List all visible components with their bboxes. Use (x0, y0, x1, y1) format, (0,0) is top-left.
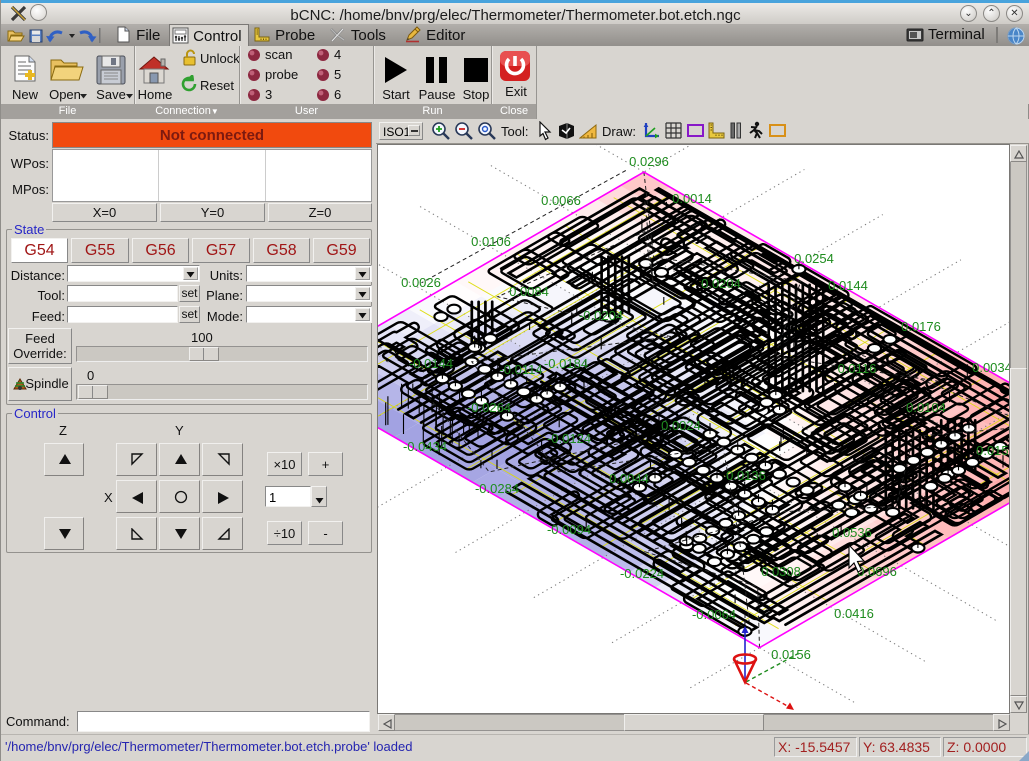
svg-text:-0.0284: -0.0284 (475, 481, 519, 496)
svg-text:0.0204: 0.0204 (701, 276, 741, 291)
svg-text:-0.0064: -0.0064 (692, 607, 736, 622)
svg-text:0.0034: 0.0034 (972, 360, 1010, 375)
svg-text:0.0308: 0.0308 (761, 564, 801, 579)
svg-text:0.0136: 0.0136 (726, 468, 766, 483)
svg-text:-0.0094: -0.0094 (547, 522, 591, 537)
svg-text:-0.0264: -0.0264 (467, 400, 511, 415)
svg-text:0.0084: 0.0084 (509, 284, 549, 299)
svg-text:-0.0434: -0.0434 (403, 439, 447, 454)
svg-text:0.0066: 0.0066 (541, 193, 581, 208)
svg-text:-0.0114: -0.0114 (499, 362, 542, 377)
svg-text:0.0176: 0.0176 (901, 319, 941, 334)
svg-text:0.0024: 0.0024 (661, 418, 701, 433)
svg-text:0.0150: 0.0150 (976, 443, 1010, 458)
svg-text:0.0254: 0.0254 (794, 251, 834, 266)
svg-text:-0.0184: -0.0184 (544, 356, 588, 371)
svg-text:0.0416: 0.0416 (834, 606, 874, 621)
svg-text:0.0536: 0.0536 (832, 525, 872, 540)
svg-text:0.0116: 0.0116 (838, 361, 877, 376)
svg-text:0.0696: 0.0696 (857, 564, 897, 579)
svg-text:0.0044: 0.0044 (609, 471, 649, 486)
svg-text:-0.0144: -0.0144 (409, 356, 453, 371)
svg-text:0.0144: 0.0144 (828, 278, 868, 293)
svg-text:0.0026: 0.0026 (401, 275, 441, 290)
svg-text:0.0156: 0.0156 (771, 647, 811, 662)
svg-text:0.0104: 0.0104 (906, 400, 946, 415)
svg-text:-0.0204: -0.0204 (579, 308, 623, 323)
svg-text:-0.0124: -0.0124 (547, 431, 591, 446)
svg-text:0.0296: 0.0296 (629, 154, 669, 169)
svg-text:-0.0224: -0.0224 (620, 566, 664, 581)
svg-text:0.0106: 0.0106 (471, 234, 511, 249)
svg-text:0.0014: 0.0014 (672, 191, 712, 206)
